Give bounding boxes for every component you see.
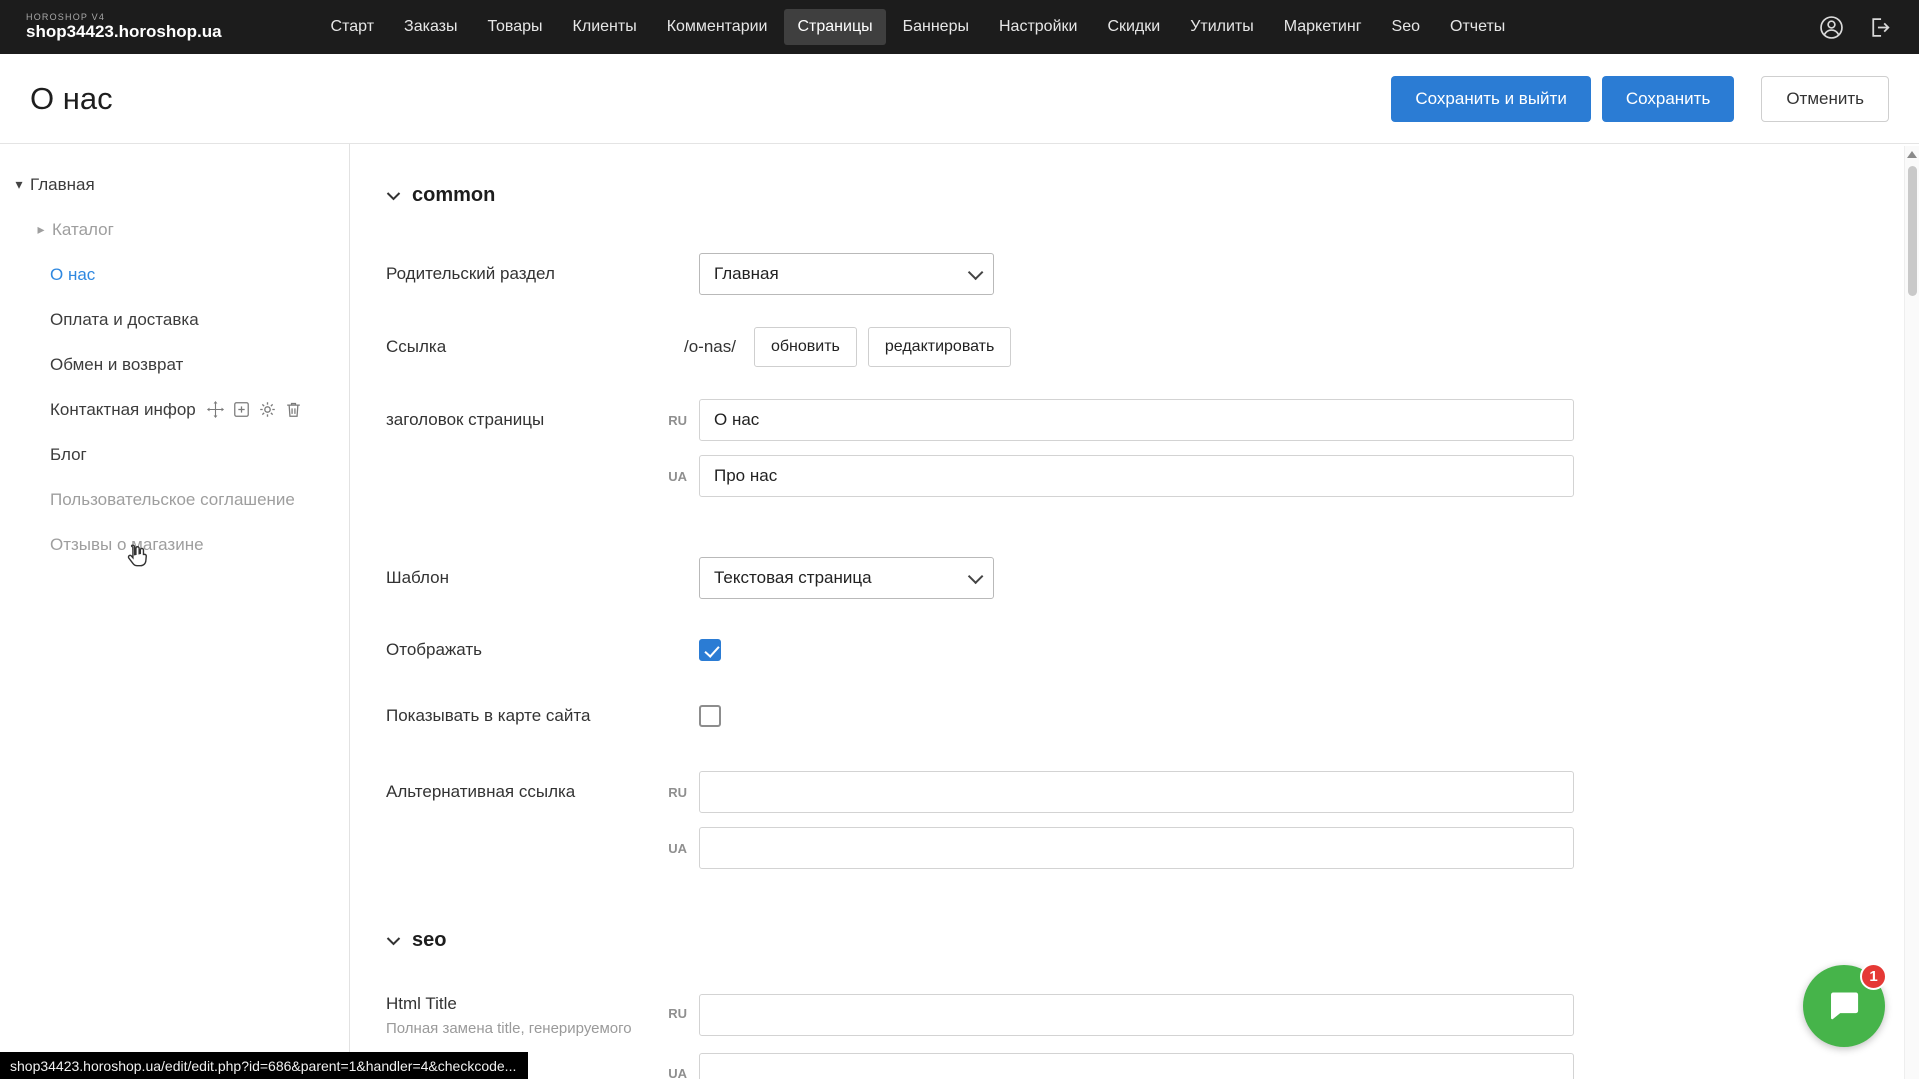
add-subpage-icon[interactable] — [232, 400, 251, 419]
lang-ua-badge: UA — [656, 1066, 699, 1079]
sidebar-item-label: Оплата и доставка — [50, 310, 199, 330]
section-common[interactable]: common — [386, 184, 1859, 207]
menu-item-banners[interactable]: Баннеры — [890, 9, 982, 45]
html-title-hint: Полная замена title, генерируемого — [386, 1020, 656, 1039]
collapse-chevron-icon — [386, 191, 401, 201]
lang-ua-badge: UA — [656, 469, 699, 484]
link-preview-statusbar: shop34423.horoshop.ua/edit/edit.php?id=6… — [0, 1052, 528, 1079]
cancel-button[interactable]: Отменить — [1761, 76, 1889, 122]
brand-domain: shop34423.horoshop.ua — [26, 23, 222, 42]
menu-item-clients[interactable]: Клиенты — [560, 9, 650, 45]
lang-ua-badge: UA — [656, 841, 699, 856]
sidebar-item-o-nas[interactable]: О нас — [0, 252, 349, 297]
sidebar-item-label: Блог — [50, 445, 87, 465]
sidebar-item-polzovatelskoe-soglashenie[interactable]: Пользовательское соглашение — [0, 477, 349, 522]
sidebar-item-label: Обмен и возврат — [50, 355, 183, 375]
sidebar-item-label: Каталог — [52, 220, 114, 240]
link-path: /o-nas/ — [684, 337, 736, 357]
section-title: common — [412, 184, 495, 207]
template-value: Текстовая страница — [714, 568, 872, 588]
template-select[interactable]: Текстовая страница — [699, 557, 994, 599]
html-title-label-block: Html Title Полная замена title, генериру… — [386, 994, 656, 1039]
select-chevron-icon — [968, 264, 984, 280]
lang-ru-badge: RU — [656, 994, 699, 1021]
page-edit-form: common Родительский раздел Главная Ссылк… — [350, 144, 1919, 1079]
logout-icon[interactable] — [1865, 13, 1893, 41]
page-title: О нас — [30, 81, 113, 117]
parent-section-select[interactable]: Главная — [699, 253, 994, 295]
chat-widget-button[interactable]: 1 — [1803, 965, 1885, 1047]
menu-item-seo[interactable]: Seo — [1379, 9, 1433, 45]
sitemap-label: Показывать в карте сайта — [386, 706, 699, 726]
link-refresh-button[interactable]: обновить — [754, 327, 857, 367]
menu-item-pages[interactable]: Страницы — [784, 9, 885, 45]
sidebar-item-otzyvy-o-magazine[interactable]: Отзывы о магазине — [0, 522, 349, 567]
menu-item-discounts[interactable]: Скидки — [1094, 9, 1173, 45]
chevron-down-icon[interactable]: ▾ — [8, 176, 30, 193]
chat-unread-badge: 1 — [1860, 963, 1887, 990]
sidebar-item-kontaktnaya-informatsiya[interactable]: Контактная инфор — [0, 387, 349, 432]
display-checkbox[interactable] — [699, 639, 721, 661]
menu-item-comments[interactable]: Комментарии — [654, 9, 781, 45]
template-label: Шаблон — [386, 568, 699, 588]
scroll-up-arrow-icon[interactable] — [1907, 151, 1917, 158]
collapse-chevron-icon — [386, 936, 401, 946]
menu-item-marketing[interactable]: Маркетинг — [1271, 9, 1375, 45]
menu-item-settings[interactable]: Настройки — [986, 9, 1090, 45]
link-edit-button[interactable]: редактировать — [868, 327, 1011, 367]
link-label: Ссылка — [386, 337, 656, 357]
brand[interactable]: HOROSHOP V4 shop34423.horoshop.ua — [26, 13, 222, 42]
save-button[interactable]: Сохранить — [1602, 76, 1734, 122]
statusbar-url: shop34423.horoshop.ua/edit/edit.php?id=6… — [10, 1058, 516, 1074]
sidebar-item-blog[interactable]: Блог — [0, 432, 349, 477]
alt-link-ua-input[interactable] — [699, 827, 1574, 869]
delete-trash-icon[interactable] — [284, 400, 303, 419]
page-heading-ua-input[interactable] — [699, 455, 1574, 497]
sidebar-item-label: Главная — [30, 175, 95, 195]
chat-bubble-icon — [1824, 987, 1864, 1025]
move-icon[interactable] — [206, 400, 225, 419]
vertical-scrollbar[interactable] — [1904, 146, 1919, 1079]
page-header: О нас Сохранить и выйти Сохранить Отмени… — [0, 54, 1919, 144]
sidebar-item-katalog[interactable]: ▸ Каталог — [0, 207, 349, 252]
menu-item-products[interactable]: Товары — [475, 9, 556, 45]
parent-section-value: Главная — [714, 264, 779, 284]
lang-ru-badge: RU — [656, 413, 699, 428]
sidebar-item-obmen-i-vozvrat[interactable]: Обмен и возврат — [0, 342, 349, 387]
menu-item-utilities[interactable]: Утилиты — [1177, 9, 1267, 45]
html-title-ru-input[interactable] — [699, 994, 1574, 1036]
display-label: Отображать — [386, 640, 699, 660]
page-heading-ru-input[interactable] — [699, 399, 1574, 441]
chevron-right-icon[interactable]: ▸ — [30, 221, 52, 238]
pages-tree-sidebar: ▾ Главная ▸ Каталог О нас Оплата и доста… — [0, 144, 350, 1079]
parent-section-label: Родительский раздел — [386, 264, 699, 284]
sidebar-item-glavnaya[interactable]: ▾ Главная — [0, 162, 349, 207]
main-menu: Старт Заказы Товары Клиенты Комментарии … — [318, 9, 1519, 45]
html-title-label: Html Title — [386, 994, 656, 1014]
sidebar-item-label: О нас — [50, 265, 95, 285]
alt-link-ru-input[interactable] — [699, 771, 1574, 813]
sitemap-checkbox[interactable] — [699, 705, 721, 727]
sidebar-item-label: Контактная инфор — [50, 400, 196, 420]
menu-item-orders[interactable]: Заказы — [391, 9, 470, 45]
user-account-icon[interactable] — [1817, 13, 1845, 41]
page-heading-label: заголовок страницы — [386, 410, 656, 430]
settings-gear-icon[interactable] — [258, 400, 277, 419]
scrollbar-thumb[interactable] — [1908, 166, 1917, 296]
html-title-ua-input[interactable] — [699, 1053, 1574, 1079]
alt-link-label: Альтернативная ссылка — [386, 782, 656, 802]
section-seo[interactable]: seo — [386, 929, 1859, 952]
topbar: HOROSHOP V4 shop34423.horoshop.ua Старт … — [0, 0, 1919, 54]
section-title: seo — [412, 929, 446, 952]
save-and-exit-button[interactable]: Сохранить и выйти — [1391, 76, 1590, 122]
menu-item-start[interactable]: Старт — [318, 9, 387, 45]
lang-ru-badge: RU — [656, 785, 699, 800]
sidebar-item-label: Пользовательское соглашение — [50, 490, 295, 510]
select-chevron-icon — [968, 568, 984, 584]
sidebar-item-oplata-i-dostavka[interactable]: Оплата и доставка — [0, 297, 349, 342]
sidebar-item-label: Отзывы о магазине — [50, 535, 204, 555]
menu-item-reports[interactable]: Отчеты — [1437, 9, 1518, 45]
